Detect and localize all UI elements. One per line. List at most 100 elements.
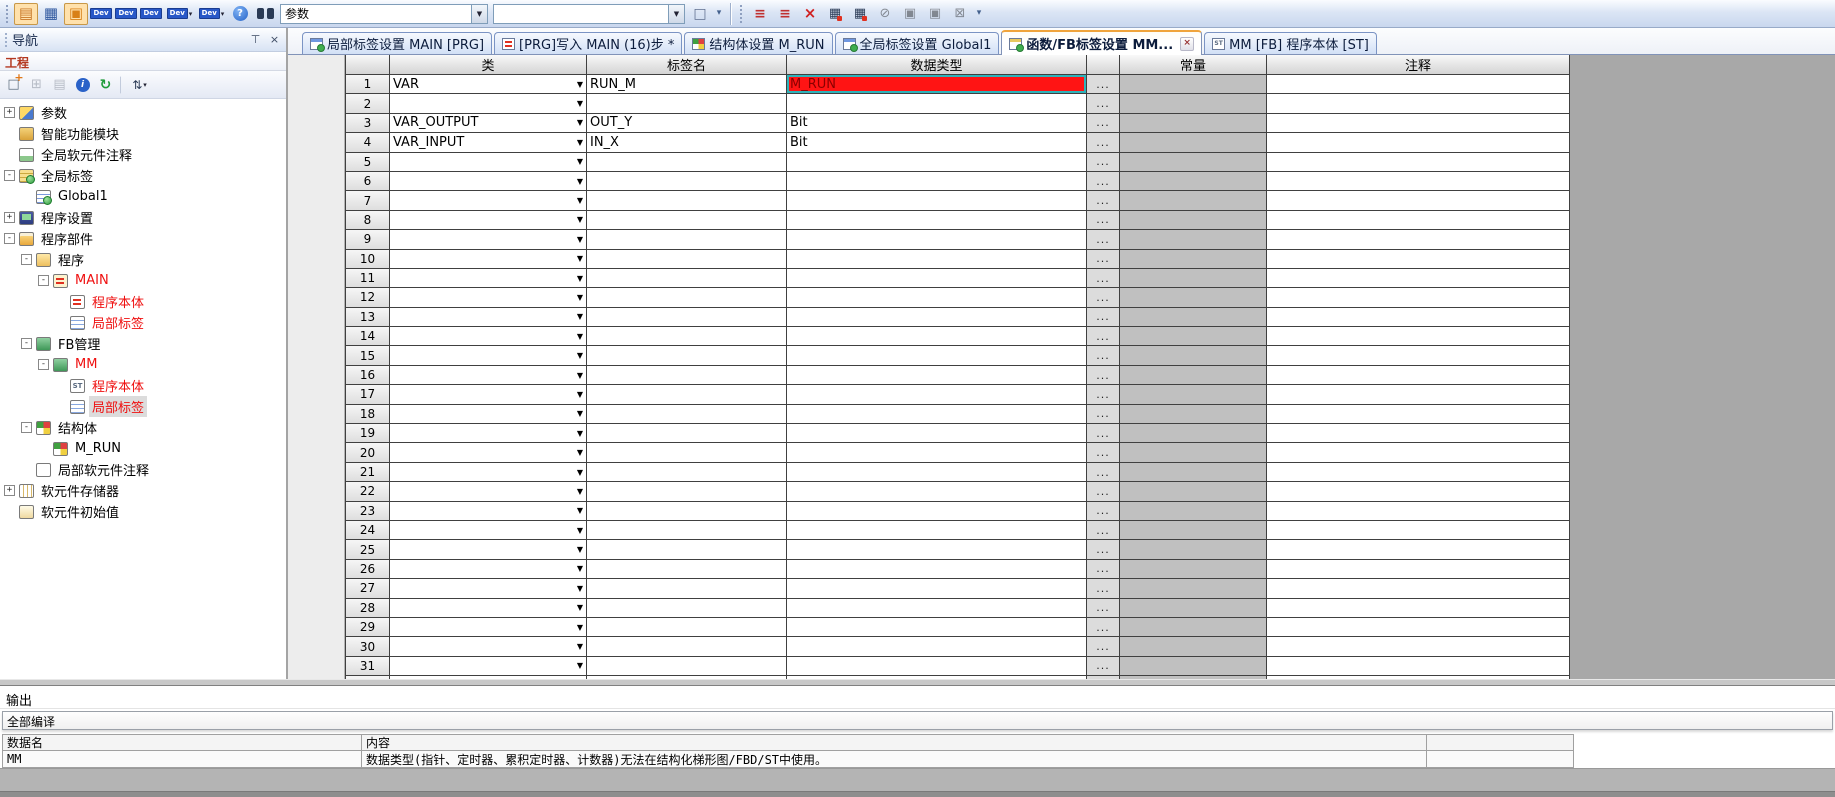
document-tab[interactable]: MM [FB] 程序本体 [ST] ×: [1204, 32, 1377, 54]
type-browse-button[interactable]: ...: [1087, 443, 1120, 462]
chevron-down-icon[interactable]: ▼: [572, 293, 583, 302]
class-cell[interactable]: ▼: [390, 94, 587, 113]
data-type-cell[interactable]: [787, 94, 1087, 113]
refresh-icon[interactable]: ↻ ▾: [95, 75, 116, 95]
type-browse-button[interactable]: ...: [1087, 269, 1120, 288]
document-tab[interactable]: 全局标签设置 Global1 ×: [835, 32, 1000, 54]
expander-icon[interactable]: -: [38, 275, 49, 286]
type-browse-button[interactable]: ...: [1087, 191, 1120, 210]
property-icon[interactable]: i ▾: [72, 75, 93, 95]
label-name-cell[interactable]: [587, 540, 787, 559]
class-column-header[interactable]: 类: [390, 55, 587, 75]
comment-cell[interactable]: [1267, 308, 1570, 327]
work-window-icon[interactable]: ▣ ▾: [64, 3, 88, 25]
data-type-cell[interactable]: [787, 502, 1087, 521]
expander-icon[interactable]: +: [4, 107, 15, 118]
chevron-down-icon[interactable]: ▼: [572, 448, 583, 457]
label-name-cell[interactable]: [587, 153, 787, 172]
label-name-cell[interactable]: [587, 250, 787, 269]
class-cell[interactable]: ▼: [390, 463, 587, 482]
type-browse-button[interactable]: ...: [1087, 366, 1120, 385]
class-cell[interactable]: VAR_OUTPUT ▼: [390, 114, 587, 133]
label-name-cell[interactable]: [587, 599, 787, 618]
row-number-cell[interactable]: 31: [346, 657, 390, 676]
comment-cell[interactable]: [1267, 250, 1570, 269]
label-name-cell[interactable]: [587, 211, 787, 230]
type-browse-button[interactable]: ...: [1087, 94, 1120, 113]
type-browse-button[interactable]: ...: [1087, 463, 1120, 482]
close-icon[interactable]: ×: [267, 32, 282, 47]
class-cell[interactable]: ▼: [390, 482, 587, 501]
data-type-cell[interactable]: [787, 211, 1087, 230]
display-content-icon[interactable]: □ ▾: [688, 3, 712, 25]
chevron-down-icon[interactable]: ▼: [572, 118, 583, 127]
chevron-down-icon[interactable]: ▼: [572, 526, 583, 535]
tree-item[interactable]: - 程序: [0, 249, 286, 270]
chevron-down-icon[interactable]: ▼: [572, 196, 583, 205]
chevron-down-icon[interactable]: ▼: [572, 274, 583, 283]
type-browse-button[interactable]: ...: [1087, 482, 1120, 501]
data-type-cell[interactable]: [787, 327, 1087, 346]
label-name-cell[interactable]: [587, 385, 787, 404]
data-type-cell[interactable]: [787, 366, 1087, 385]
document-tab[interactable]: 结构体设置 M_RUN ×: [684, 32, 832, 54]
label-name-cell[interactable]: [587, 94, 787, 113]
label-name-cell[interactable]: [587, 560, 787, 579]
comment-cell[interactable]: [1267, 521, 1570, 540]
expander-icon[interactable]: [4, 128, 15, 139]
label-name-cell[interactable]: [587, 366, 787, 385]
expander-icon[interactable]: [21, 464, 32, 475]
chevron-down-icon[interactable]: ▼: [471, 5, 487, 23]
expander-icon[interactable]: -: [4, 170, 15, 181]
label-name-cell[interactable]: [587, 618, 787, 637]
tree-item[interactable]: 局部标签: [0, 396, 286, 417]
type-browse-button[interactable]: ...: [1087, 579, 1120, 598]
comment-cell[interactable]: [1267, 114, 1570, 133]
data-type-cell[interactable]: [787, 618, 1087, 637]
comment-cell[interactable]: [1267, 269, 1570, 288]
row-number-cell[interactable]: 14: [346, 327, 390, 346]
type-browse-button[interactable]: ...: [1087, 540, 1120, 559]
data-type-cell[interactable]: [787, 463, 1087, 482]
row-number-cell[interactable]: 23: [346, 502, 390, 521]
device-test-icon[interactable]: Dev ▾: [196, 3, 227, 25]
chevron-down-icon[interactable]: ▼: [572, 254, 583, 263]
expander-icon[interactable]: +: [4, 485, 15, 496]
type-column-header[interactable]: 数据类型: [787, 55, 1087, 75]
tree-item[interactable]: - 结构体: [0, 417, 286, 438]
label-name-cell[interactable]: OUT_Y: [587, 114, 787, 133]
toolbar-grip[interactable]: [739, 4, 744, 24]
comment-cell[interactable]: [1267, 211, 1570, 230]
type-browse-button[interactable]: ...: [1087, 637, 1120, 656]
label-name-cell[interactable]: [587, 482, 787, 501]
comment-cell[interactable]: [1267, 482, 1570, 501]
chevron-down-icon[interactable]: ▼: [572, 312, 583, 321]
tree-item[interactable]: - 程序部件: [0, 228, 286, 249]
output-scrollbar[interactable]: [0, 791, 1835, 797]
find-icon[interactable]: ▾: [253, 3, 277, 25]
close-tab-icon[interactable]: ×: [1180, 37, 1194, 51]
class-cell[interactable]: ▼: [390, 288, 587, 307]
toolbar-grip[interactable]: [5, 4, 10, 24]
row-number-cell[interactable]: 1: [346, 75, 390, 94]
class-cell[interactable]: ▼: [390, 153, 587, 172]
chevron-down-icon[interactable]: ▼: [572, 138, 583, 147]
row-number-cell[interactable]: 17: [346, 385, 390, 404]
class-cell[interactable]: ▼: [390, 657, 587, 676]
sort-filter-icon[interactable]: ⇅ ▾: [126, 75, 153, 95]
chevron-down-icon[interactable]: ▼: [572, 584, 583, 593]
data-type-cell[interactable]: [787, 346, 1087, 365]
type-browse-button[interactable]: ...: [1087, 114, 1120, 133]
type-browse-button[interactable]: ...: [1087, 657, 1120, 676]
device-label-combo[interactable]: 参数 ▼: [280, 4, 488, 24]
row-number-cell[interactable]: 16: [346, 366, 390, 385]
label-name-cell[interactable]: [587, 172, 787, 191]
type-browse-button[interactable]: ...: [1087, 172, 1120, 191]
chevron-down-icon[interactable]: ▼: [572, 215, 583, 224]
class-cell[interactable]: ▼: [390, 191, 587, 210]
label-name-cell[interactable]: [587, 579, 787, 598]
help-icon[interactable]: ? ▾: [228, 3, 252, 25]
tree-item[interactable]: - MM: [0, 354, 286, 375]
label-name-cell[interactable]: [587, 405, 787, 424]
class-cell[interactable]: ▼: [390, 579, 587, 598]
